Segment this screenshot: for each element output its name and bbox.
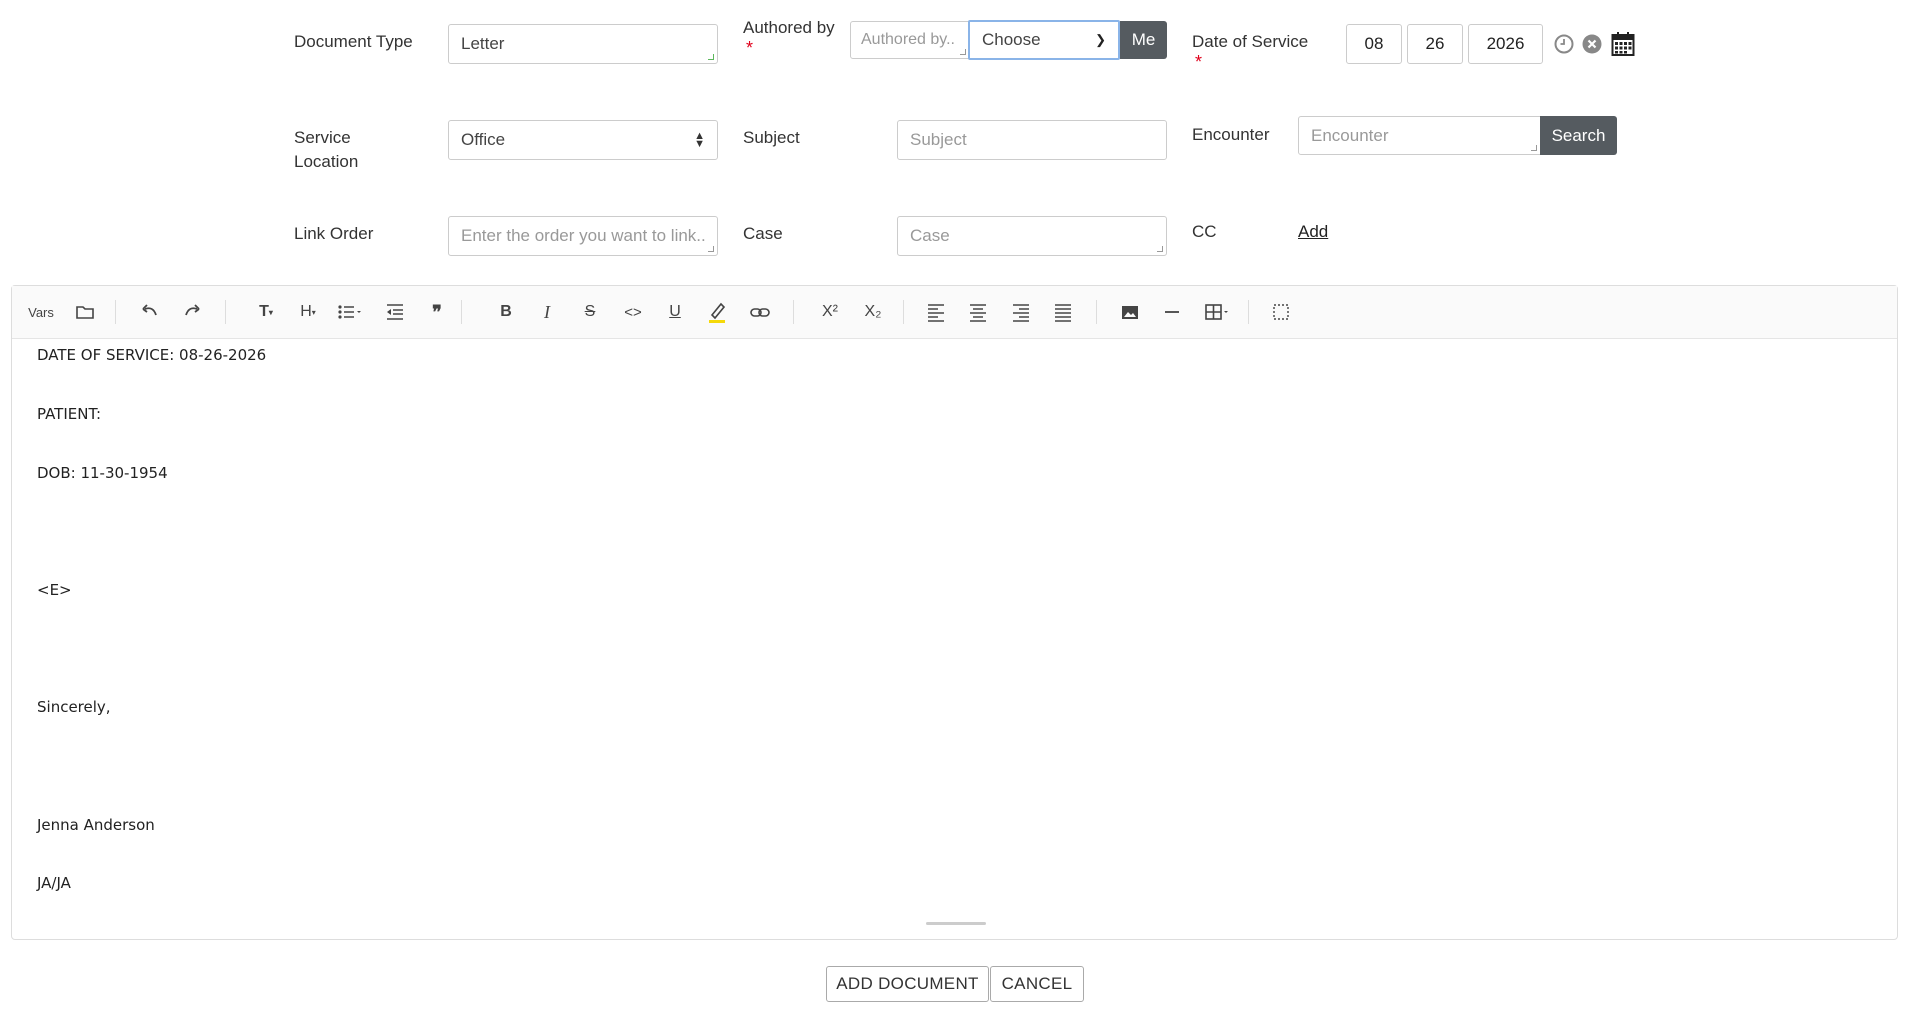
subject-placeholder: Subject — [910, 130, 967, 149]
rich-text-editor[interactable]: Vars T ▾ H ▾ ❞ B I S <> U X² X₂ DATE OF S — [11, 285, 1898, 940]
image-icon[interactable] — [1119, 300, 1141, 324]
authored-by-required-mark: * — [746, 38, 754, 58]
toolbar-separator — [903, 300, 904, 324]
cancel-button[interactable]: CANCEL — [990, 966, 1084, 1002]
case-label: Case — [743, 224, 783, 243]
chevron-down-icon: ❯ — [1095, 32, 1106, 47]
date-month-input[interactable]: 08 — [1346, 24, 1402, 64]
list-icon[interactable] — [336, 300, 364, 324]
add-document-button[interactable]: ADD DOCUMENT — [826, 966, 989, 1002]
clock-icon[interactable] — [1553, 33, 1575, 55]
superscript-icon[interactable]: X² — [818, 300, 842, 324]
date-year-input[interactable]: 2026 — [1468, 24, 1543, 64]
toolbar-separator — [793, 300, 794, 324]
quote-icon[interactable]: ❞ — [426, 300, 448, 324]
encounter-label: Encounter — [1192, 125, 1270, 144]
clear-date-icon[interactable] — [1581, 33, 1603, 55]
sort-arrows-icon: ▲ ▼ — [694, 130, 705, 150]
encounter-placeholder: Encounter — [1311, 125, 1389, 145]
authored-by-label: Authored by — [743, 18, 835, 37]
folder-icon[interactable] — [74, 300, 96, 324]
toolbar-separator — [1096, 300, 1097, 324]
toolbar-separator — [1248, 300, 1249, 324]
link-icon[interactable] — [749, 300, 771, 324]
link-order-label: Link Order — [294, 224, 374, 243]
vars-button[interactable]: Vars — [26, 300, 56, 324]
calendar-icon[interactable] — [1611, 31, 1635, 57]
case-placeholder: Case — [910, 226, 950, 245]
cc-label: CC — [1192, 222, 1217, 241]
undo-icon[interactable] — [139, 300, 161, 324]
cc-add-link[interactable]: Add — [1298, 220, 1328, 244]
resize-grip-icon — [960, 49, 966, 55]
link-order-input[interactable]: Enter the order you want to link... — [448, 216, 718, 256]
toolbar-separator — [115, 300, 116, 324]
authored-by-select-value: Choose — [982, 30, 1041, 49]
date-of-service-required-mark: * — [1195, 52, 1203, 72]
align-justify-icon[interactable] — [1052, 300, 1074, 324]
link-order-placeholder: Enter the order you want to link... — [461, 226, 705, 245]
toolbar-separator — [461, 300, 462, 324]
subscript-icon[interactable]: X₂ — [861, 300, 885, 324]
highlight-icon[interactable] — [706, 300, 728, 324]
resize-grip-icon — [708, 54, 714, 60]
outdent-icon[interactable] — [384, 300, 406, 324]
service-location-select[interactable]: Office ▲ ▼ — [448, 120, 718, 160]
italic-icon[interactable]: I — [536, 300, 558, 324]
document-type-label: Document Type — [294, 32, 413, 51]
resize-grip-icon — [708, 246, 714, 252]
align-left-icon[interactable] — [925, 300, 947, 324]
encounter-search-button[interactable]: Search — [1540, 116, 1617, 155]
editor-resize-handle[interactable] — [926, 922, 986, 925]
subject-label: Subject — [743, 128, 800, 147]
editor-line: JA/JA — [37, 874, 71, 892]
bold-icon[interactable]: B — [495, 300, 517, 324]
service-location-value: Office — [461, 130, 506, 149]
authored-by-select[interactable]: Choose ❯ — [968, 20, 1120, 60]
table-icon[interactable] — [1203, 300, 1231, 324]
editor-line: DOB: 11-30-1954 — [37, 464, 168, 482]
align-right-icon[interactable] — [1010, 300, 1032, 324]
editor-line: PATIENT: — [37, 405, 102, 423]
editor-line: <E> — [37, 581, 72, 599]
document-type-value: Letter — [461, 34, 505, 53]
toolbar-separator — [225, 300, 226, 324]
editor-line: DATE OF SERVICE: 08-26-2026 — [37, 346, 267, 364]
case-input[interactable]: Case — [897, 216, 1167, 256]
date-day-input[interactable]: 26 — [1407, 24, 1463, 64]
redo-icon[interactable] — [181, 300, 203, 324]
heading-icon[interactable]: H ▾ — [294, 300, 322, 324]
resize-grip-icon — [1157, 246, 1163, 252]
me-button[interactable]: Me — [1120, 21, 1167, 59]
document-type-field[interactable]: Letter — [448, 24, 718, 64]
underline-icon[interactable]: U — [664, 300, 686, 324]
authored-by-placeholder: Authored by.. — [861, 31, 955, 48]
horizontal-rule-icon[interactable] — [1161, 300, 1183, 324]
code-icon[interactable]: <> — [621, 300, 645, 324]
text-style-icon[interactable]: T ▾ — [252, 300, 280, 324]
authored-by-input[interactable]: Authored by.. — [850, 21, 970, 59]
service-location-label-line2: Location — [294, 152, 359, 171]
strikethrough-icon[interactable]: S — [579, 300, 601, 324]
align-center-icon[interactable] — [967, 300, 989, 324]
service-location-label-line1: Service — [294, 128, 351, 147]
editor-line: Sincerely, — [37, 698, 111, 716]
encounter-input[interactable]: Encounter — [1298, 116, 1541, 155]
editor-toolbar: Vars T ▾ H ▾ ❞ B I S <> U X² X₂ — [12, 286, 1897, 339]
select-all-icon[interactable] — [1270, 300, 1292, 324]
resize-grip-icon — [1531, 145, 1537, 151]
date-of-service-label: Date of Service — [1192, 32, 1309, 51]
editor-line: Jenna Anderson — [37, 816, 155, 834]
subject-input[interactable]: Subject — [897, 120, 1167, 160]
